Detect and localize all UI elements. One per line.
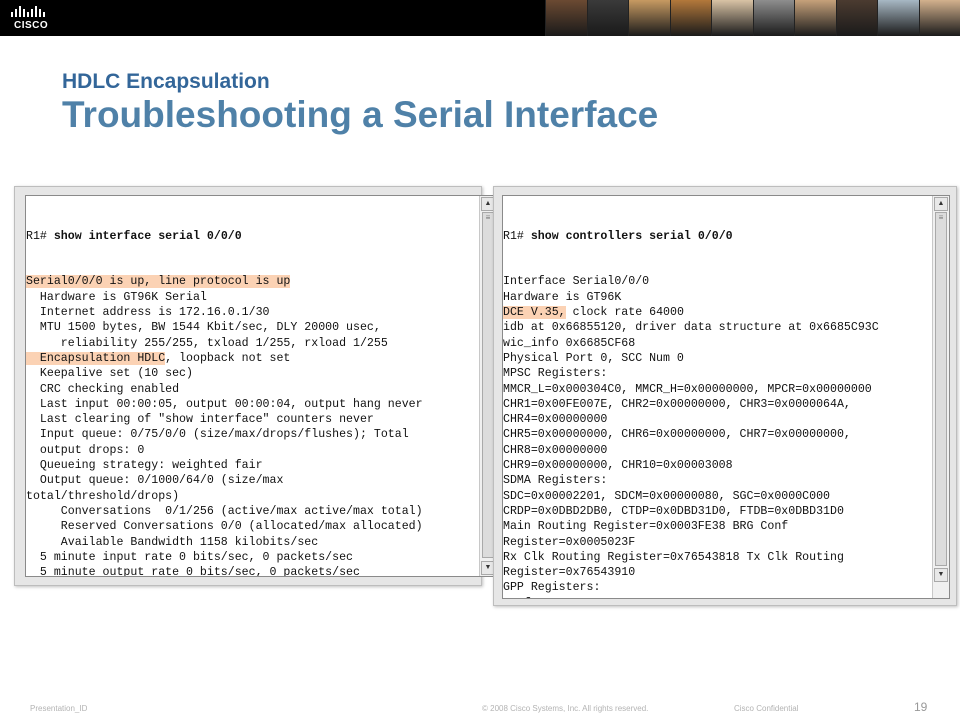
banner-photo — [545, 0, 587, 36]
command-text: show controllers serial 0/0/0 — [530, 229, 733, 243]
banner-photo — [628, 0, 670, 36]
banner-photo — [877, 0, 919, 36]
terminal-line: CHR5=0x00000000, CHR6=0x00000000, CHR7=0… — [503, 428, 851, 442]
terminal-line: total/threshold/drops) — [26, 489, 180, 503]
terminal-line: Register=0x76543910 — [503, 566, 636, 580]
terminal-pane: R1# show controllers serial 0/0/0 Interf… — [502, 195, 950, 599]
terminal-pane: R1# show interface serial 0/0/0 Serial0/… — [25, 195, 497, 577]
scroll-down-arrow-icon[interactable]: ▼ — [934, 568, 948, 582]
terminal-line: SDC=0x00002201, SDCM=0x00000080, SGC=0x0… — [503, 489, 830, 503]
terminal-line: Encapsulation HDLC, loopback not set — [26, 351, 480, 366]
highlighted-text: Serial0/0/0 is up, line protocol is up — [26, 275, 291, 289]
cisco-logo: CISCO — [8, 4, 68, 32]
terminal-line: Register=0x0005023F — [503, 535, 636, 549]
terminal-line: Rx Clk Routing Register=0x76543818 Tx Cl… — [503, 550, 844, 564]
terminal-line: Queueing strategy: weighted fair — [26, 459, 263, 473]
slide-subtitle: HDLC Encapsulation — [62, 70, 270, 93]
banner-photo — [586, 0, 628, 36]
terminal-window-interface: R1# show interface serial 0/0/0 Serial0/… — [14, 186, 497, 586]
terminal-line: 5 minute output rate 0 bits/sec, 0 packe… — [26, 566, 360, 577]
footer-presentation-id: Presentation_ID — [30, 704, 88, 713]
terminal-line: GPP Registers: — [503, 581, 601, 595]
terminal-line: Last clearing of "show interface" counte… — [26, 413, 374, 427]
terminal-line: CHR8=0x00000000 — [503, 443, 608, 457]
terminal-line: Conf=0x430002 , Io=0x46C050 , Data=0x7F4… — [503, 596, 933, 598]
command-text: show interface serial 0/0/0 — [53, 229, 242, 243]
terminal-output: R1# show interface serial 0/0/0 Serial0/… — [26, 198, 480, 577]
terminal-line: Available Bandwidth 1158 kilobits/sec — [26, 535, 319, 549]
terminal-window-controllers: R1# show controllers serial 0/0/0 Interf… — [493, 186, 957, 606]
prompt: R1# — [26, 229, 54, 243]
slide-title: Troubleshooting a Serial Interface — [62, 94, 659, 135]
terminal-line: MMCR_L=0x000304C0, MMCR_H=0x00000000, MP… — [503, 382, 872, 396]
terminal-line: MTU 1500 bytes, BW 1544 Kbit/sec, DLY 20… — [26, 321, 381, 335]
banner-photo — [752, 0, 794, 36]
banner-photo — [835, 0, 877, 36]
terminal-line: Main Routing Register=0x0003FE38 BRG Con… — [503, 520, 789, 534]
terminal-line: SDMA Registers: — [503, 474, 608, 488]
terminal-line: Input queue: 0/75/0/0 (size/max/drops/fl… — [26, 428, 409, 442]
terminal-line: Last input 00:00:05, output 00:00:04, ou… — [26, 397, 423, 411]
banner-photo — [669, 0, 711, 36]
highlighted-text: Encapsulation HDLC — [26, 351, 166, 365]
terminal-line: MPSC Registers: — [503, 367, 608, 381]
footer-confidential: Cisco Confidential — [734, 704, 799, 713]
line-text: clock rate 64000 — [565, 306, 684, 320]
cisco-bridge-icon — [11, 6, 45, 17]
page-number: 19 — [914, 700, 928, 714]
terminal-line: CHR9=0x00000000, CHR10=0x00003008 — [503, 459, 733, 473]
terminal-line: idb at 0x66855120, driver data structure… — [503, 321, 879, 335]
prompt: R1# — [503, 229, 531, 243]
command-line: R1# show interface serial 0/0/0 — [26, 229, 480, 244]
terminal-line: CRDP=0x0DBD2DB0, CTDP=0x0DBD31D0, FTDB=0… — [503, 504, 844, 518]
terminal-line: Reserved Conversations 0/0 (allocated/ma… — [26, 520, 423, 534]
terminal-line: 5 minute input rate 0 bits/sec, 0 packet… — [26, 550, 353, 564]
terminal-line: reliability 255/255, txload 1/255, rxloa… — [26, 336, 388, 350]
command-line: R1# show controllers serial 0/0/0 — [503, 229, 933, 244]
photo-strip — [545, 0, 960, 36]
banner-photo — [794, 0, 836, 36]
terminal-line: Internet address is 172.16.0.1/30 — [26, 306, 270, 320]
terminal-line: Interface Serial0/0/0 — [503, 275, 650, 289]
terminal-line: CHR1=0x00FE007E, CHR2=0x00000000, CHR3=0… — [503, 397, 851, 411]
terminal-line: DCE V.35, clock rate 64000 — [503, 305, 933, 320]
vertical-scrollbar[interactable]: ▲ ≡ ▼ — [932, 196, 949, 598]
logo-wordmark: CISCO — [14, 20, 49, 31]
banner-photo — [918, 0, 960, 36]
terminal-line: Output queue: 0/1000/64/0 (size/max — [26, 474, 284, 488]
banner-photo — [711, 0, 753, 36]
terminal-line: wic_info 0x6685CF68 — [503, 336, 636, 350]
footer-copyright: © 2008 Cisco Systems, Inc. All rights re… — [482, 704, 649, 713]
terminal-line: Conversations 0/1/256 (active/max active… — [26, 504, 423, 518]
terminal-line: Hardware is GT96K — [503, 290, 622, 304]
terminal-output: R1# show controllers serial 0/0/0 Interf… — [503, 198, 933, 598]
scroll-up-arrow-icon[interactable]: ▲ — [934, 197, 948, 211]
terminal-line: output drops: 0 — [26, 443, 145, 457]
terminal-line: Keepalive set (10 sec) — [26, 367, 193, 381]
top-banner: CISCO — [0, 0, 960, 36]
line-text: , loopback not set — [165, 351, 291, 365]
terminal-line: CRC checking enabled — [26, 382, 180, 396]
highlighted-text: DCE V.35, — [503, 306, 566, 320]
terminal-line: CHR4=0x00000000 — [503, 413, 608, 427]
scroll-thumb[interactable]: ≡ — [935, 212, 947, 566]
terminal-line: Serial0/0/0 is up, line protocol is up — [26, 274, 480, 289]
terminal-line: Physical Port 0, SCC Num 0 — [503, 351, 684, 365]
terminal-line: Hardware is GT96K Serial — [26, 290, 207, 304]
